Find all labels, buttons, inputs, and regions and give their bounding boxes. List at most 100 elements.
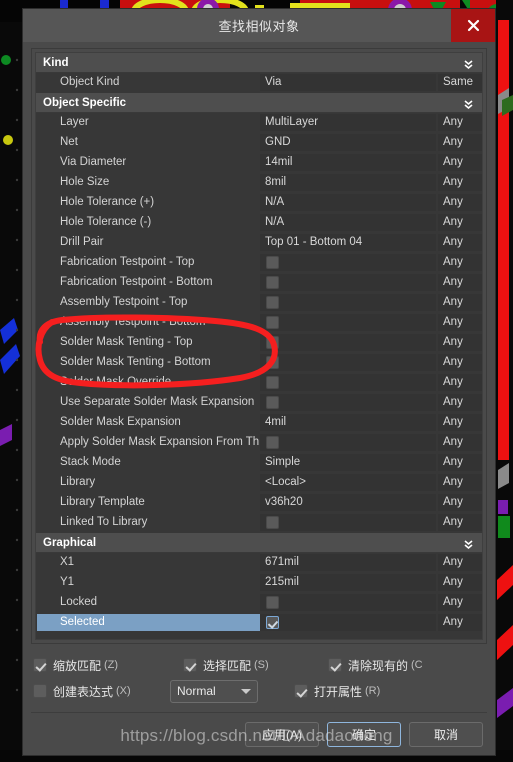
checkbox-icon[interactable] bbox=[266, 376, 279, 389]
property-value[interactable]: 4mil bbox=[260, 414, 436, 431]
checkbox-icon[interactable] bbox=[266, 616, 279, 629]
property-row[interactable]: Solder Mask Expansion 4mil Any bbox=[36, 413, 482, 433]
property-match-mode[interactable]: Any bbox=[438, 154, 482, 171]
property-match-mode[interactable]: Any bbox=[438, 174, 482, 191]
checkbox-icon[interactable] bbox=[266, 276, 279, 289]
property-match-mode[interactable]: Any bbox=[438, 394, 482, 411]
property-match-mode[interactable]: Any bbox=[438, 434, 482, 451]
property-value[interactable] bbox=[260, 294, 436, 311]
property-row[interactable]: Library Template v36h20 Any bbox=[36, 493, 482, 513]
property-row[interactable]: Net GND Any bbox=[36, 133, 482, 153]
property-value[interactable]: 8mil bbox=[260, 174, 436, 191]
property-value[interactable] bbox=[260, 394, 436, 411]
property-row[interactable]: Fabrication Testpoint - Top Any bbox=[36, 253, 482, 273]
property-value[interactable]: Top 01 - Bottom 04 bbox=[260, 234, 436, 251]
property-row[interactable]: Linked To Library Any bbox=[36, 513, 482, 533]
property-match-mode[interactable]: Any bbox=[438, 514, 482, 531]
property-match-mode[interactable]: Same bbox=[438, 74, 482, 91]
property-value[interactable]: 215mil bbox=[260, 574, 436, 591]
property-row[interactable]: Fabrication Testpoint - Bottom Any bbox=[36, 273, 482, 293]
section-header-graphical[interactable]: Graphical bbox=[36, 533, 482, 553]
property-row[interactable]: Selected Any bbox=[36, 613, 482, 633]
property-match-mode[interactable]: Any bbox=[438, 414, 482, 431]
property-value[interactable]: v36h20 bbox=[260, 494, 436, 511]
property-match-mode[interactable]: Any bbox=[438, 474, 482, 491]
property-value[interactable] bbox=[260, 434, 436, 451]
property-value[interactable] bbox=[260, 314, 436, 331]
property-row[interactable]: Object Kind Via Same bbox=[36, 73, 482, 93]
property-row[interactable]: Apply Solder Mask Expansion From Th Any bbox=[36, 433, 482, 453]
property-row[interactable]: Hole Tolerance (+) N/A Any bbox=[36, 193, 482, 213]
property-match-mode[interactable]: Any bbox=[438, 614, 482, 631]
checkbox-icon[interactable] bbox=[266, 516, 279, 529]
property-match-mode[interactable]: Any bbox=[438, 594, 482, 611]
property-value[interactable] bbox=[260, 594, 436, 611]
property-value[interactable] bbox=[260, 514, 436, 531]
property-row[interactable]: Drill Pair Top 01 - Bottom 04 Any bbox=[36, 233, 482, 253]
property-row[interactable]: Layer MultiLayer Any bbox=[36, 113, 482, 133]
property-row[interactable]: Hole Size 8mil Any bbox=[36, 173, 482, 193]
property-match-mode[interactable]: Any bbox=[438, 194, 482, 211]
property-value[interactable]: <Local> bbox=[260, 474, 436, 491]
open-properties-checkbox[interactable]: 打开属性 (R) bbox=[294, 683, 380, 700]
property-match-mode[interactable]: Any bbox=[438, 554, 482, 571]
select-match-checkbox[interactable]: 选择匹配 (S) bbox=[183, 657, 328, 674]
close-button[interactable] bbox=[451, 9, 495, 42]
property-row[interactable]: Assembly Testpoint - Top Any bbox=[36, 293, 482, 313]
property-value[interactable] bbox=[260, 614, 436, 631]
property-match-mode[interactable]: Any bbox=[438, 294, 482, 311]
property-value[interactable]: MultiLayer bbox=[260, 114, 436, 131]
collapse-toggle-icon[interactable] bbox=[463, 537, 474, 555]
checkbox-icon[interactable] bbox=[266, 316, 279, 329]
property-value[interactable]: N/A bbox=[260, 194, 436, 211]
checkbox-icon[interactable] bbox=[266, 436, 279, 449]
property-match-mode[interactable]: Any bbox=[438, 214, 482, 231]
section-header-kind[interactable]: Kind bbox=[36, 53, 482, 73]
property-match-mode[interactable]: Any bbox=[438, 374, 482, 391]
property-row[interactable]: Library <Local> Any bbox=[36, 473, 482, 493]
property-match-mode[interactable]: Any bbox=[438, 274, 482, 291]
clear-existing-checkbox[interactable]: 清除现有的 (C bbox=[328, 657, 423, 674]
property-match-mode[interactable]: Any bbox=[438, 314, 482, 331]
section-header-object-specific[interactable]: Object Specific bbox=[36, 93, 482, 113]
property-row[interactable]: Via Diameter 14mil Any bbox=[36, 153, 482, 173]
property-value[interactable]: Simple bbox=[260, 454, 436, 471]
property-row[interactable]: Solder Mask Override Any bbox=[36, 373, 482, 393]
zoom-match-checkbox[interactable]: 缩放匹配 (Z) bbox=[33, 657, 183, 674]
property-value[interactable] bbox=[260, 274, 436, 291]
property-value[interactable]: 14mil bbox=[260, 154, 436, 171]
mode-select[interactable]: Normal bbox=[170, 679, 258, 703]
collapse-toggle-icon[interactable] bbox=[463, 97, 474, 115]
checkbox-icon[interactable] bbox=[266, 296, 279, 309]
property-value[interactable] bbox=[260, 334, 436, 351]
property-row[interactable]: Y1 215mil Any bbox=[36, 573, 482, 593]
checkbox-icon[interactable] bbox=[266, 356, 279, 369]
collapse-toggle-icon[interactable] bbox=[463, 57, 474, 75]
property-value[interactable] bbox=[260, 254, 436, 271]
property-row[interactable]: Stack Mode Simple Any bbox=[36, 453, 482, 473]
property-match-mode[interactable]: Any bbox=[438, 134, 482, 151]
property-value[interactable]: N/A bbox=[260, 214, 436, 231]
property-row[interactable]: Solder Mask Tenting - Top Any bbox=[36, 333, 482, 353]
checkbox-icon[interactable] bbox=[266, 256, 279, 269]
create-expression-checkbox[interactable]: 创建表达式 (X) bbox=[33, 683, 170, 700]
property-match-mode[interactable]: Any bbox=[438, 574, 482, 591]
property-row[interactable]: Solder Mask Tenting - Bottom Any bbox=[36, 353, 482, 373]
property-match-mode[interactable]: Any bbox=[438, 254, 482, 271]
property-match-mode[interactable]: Any bbox=[438, 494, 482, 511]
apply-button[interactable]: 应用(A) bbox=[245, 721, 319, 747]
property-row[interactable]: Hole Tolerance (-) N/A Any bbox=[36, 213, 482, 233]
property-match-mode[interactable]: Any bbox=[438, 354, 482, 371]
property-match-mode[interactable]: Any bbox=[438, 234, 482, 251]
checkbox-icon[interactable] bbox=[266, 596, 279, 609]
ok-button[interactable]: 确定 bbox=[327, 721, 401, 747]
property-row[interactable]: Use Separate Solder Mask Expansion Any bbox=[36, 393, 482, 413]
checkbox-icon[interactable] bbox=[266, 336, 279, 349]
cancel-button[interactable]: 取消 bbox=[409, 721, 483, 747]
property-row[interactable]: Locked Any bbox=[36, 593, 482, 613]
property-value[interactable]: 671mil bbox=[260, 554, 436, 571]
properties-grid[interactable]: Kind Object Kind Via Same Object Specific Lay… bbox=[35, 52, 483, 640]
property-value[interactable] bbox=[260, 374, 436, 391]
property-match-mode[interactable]: Any bbox=[438, 454, 482, 471]
property-match-mode[interactable]: Any bbox=[438, 114, 482, 131]
